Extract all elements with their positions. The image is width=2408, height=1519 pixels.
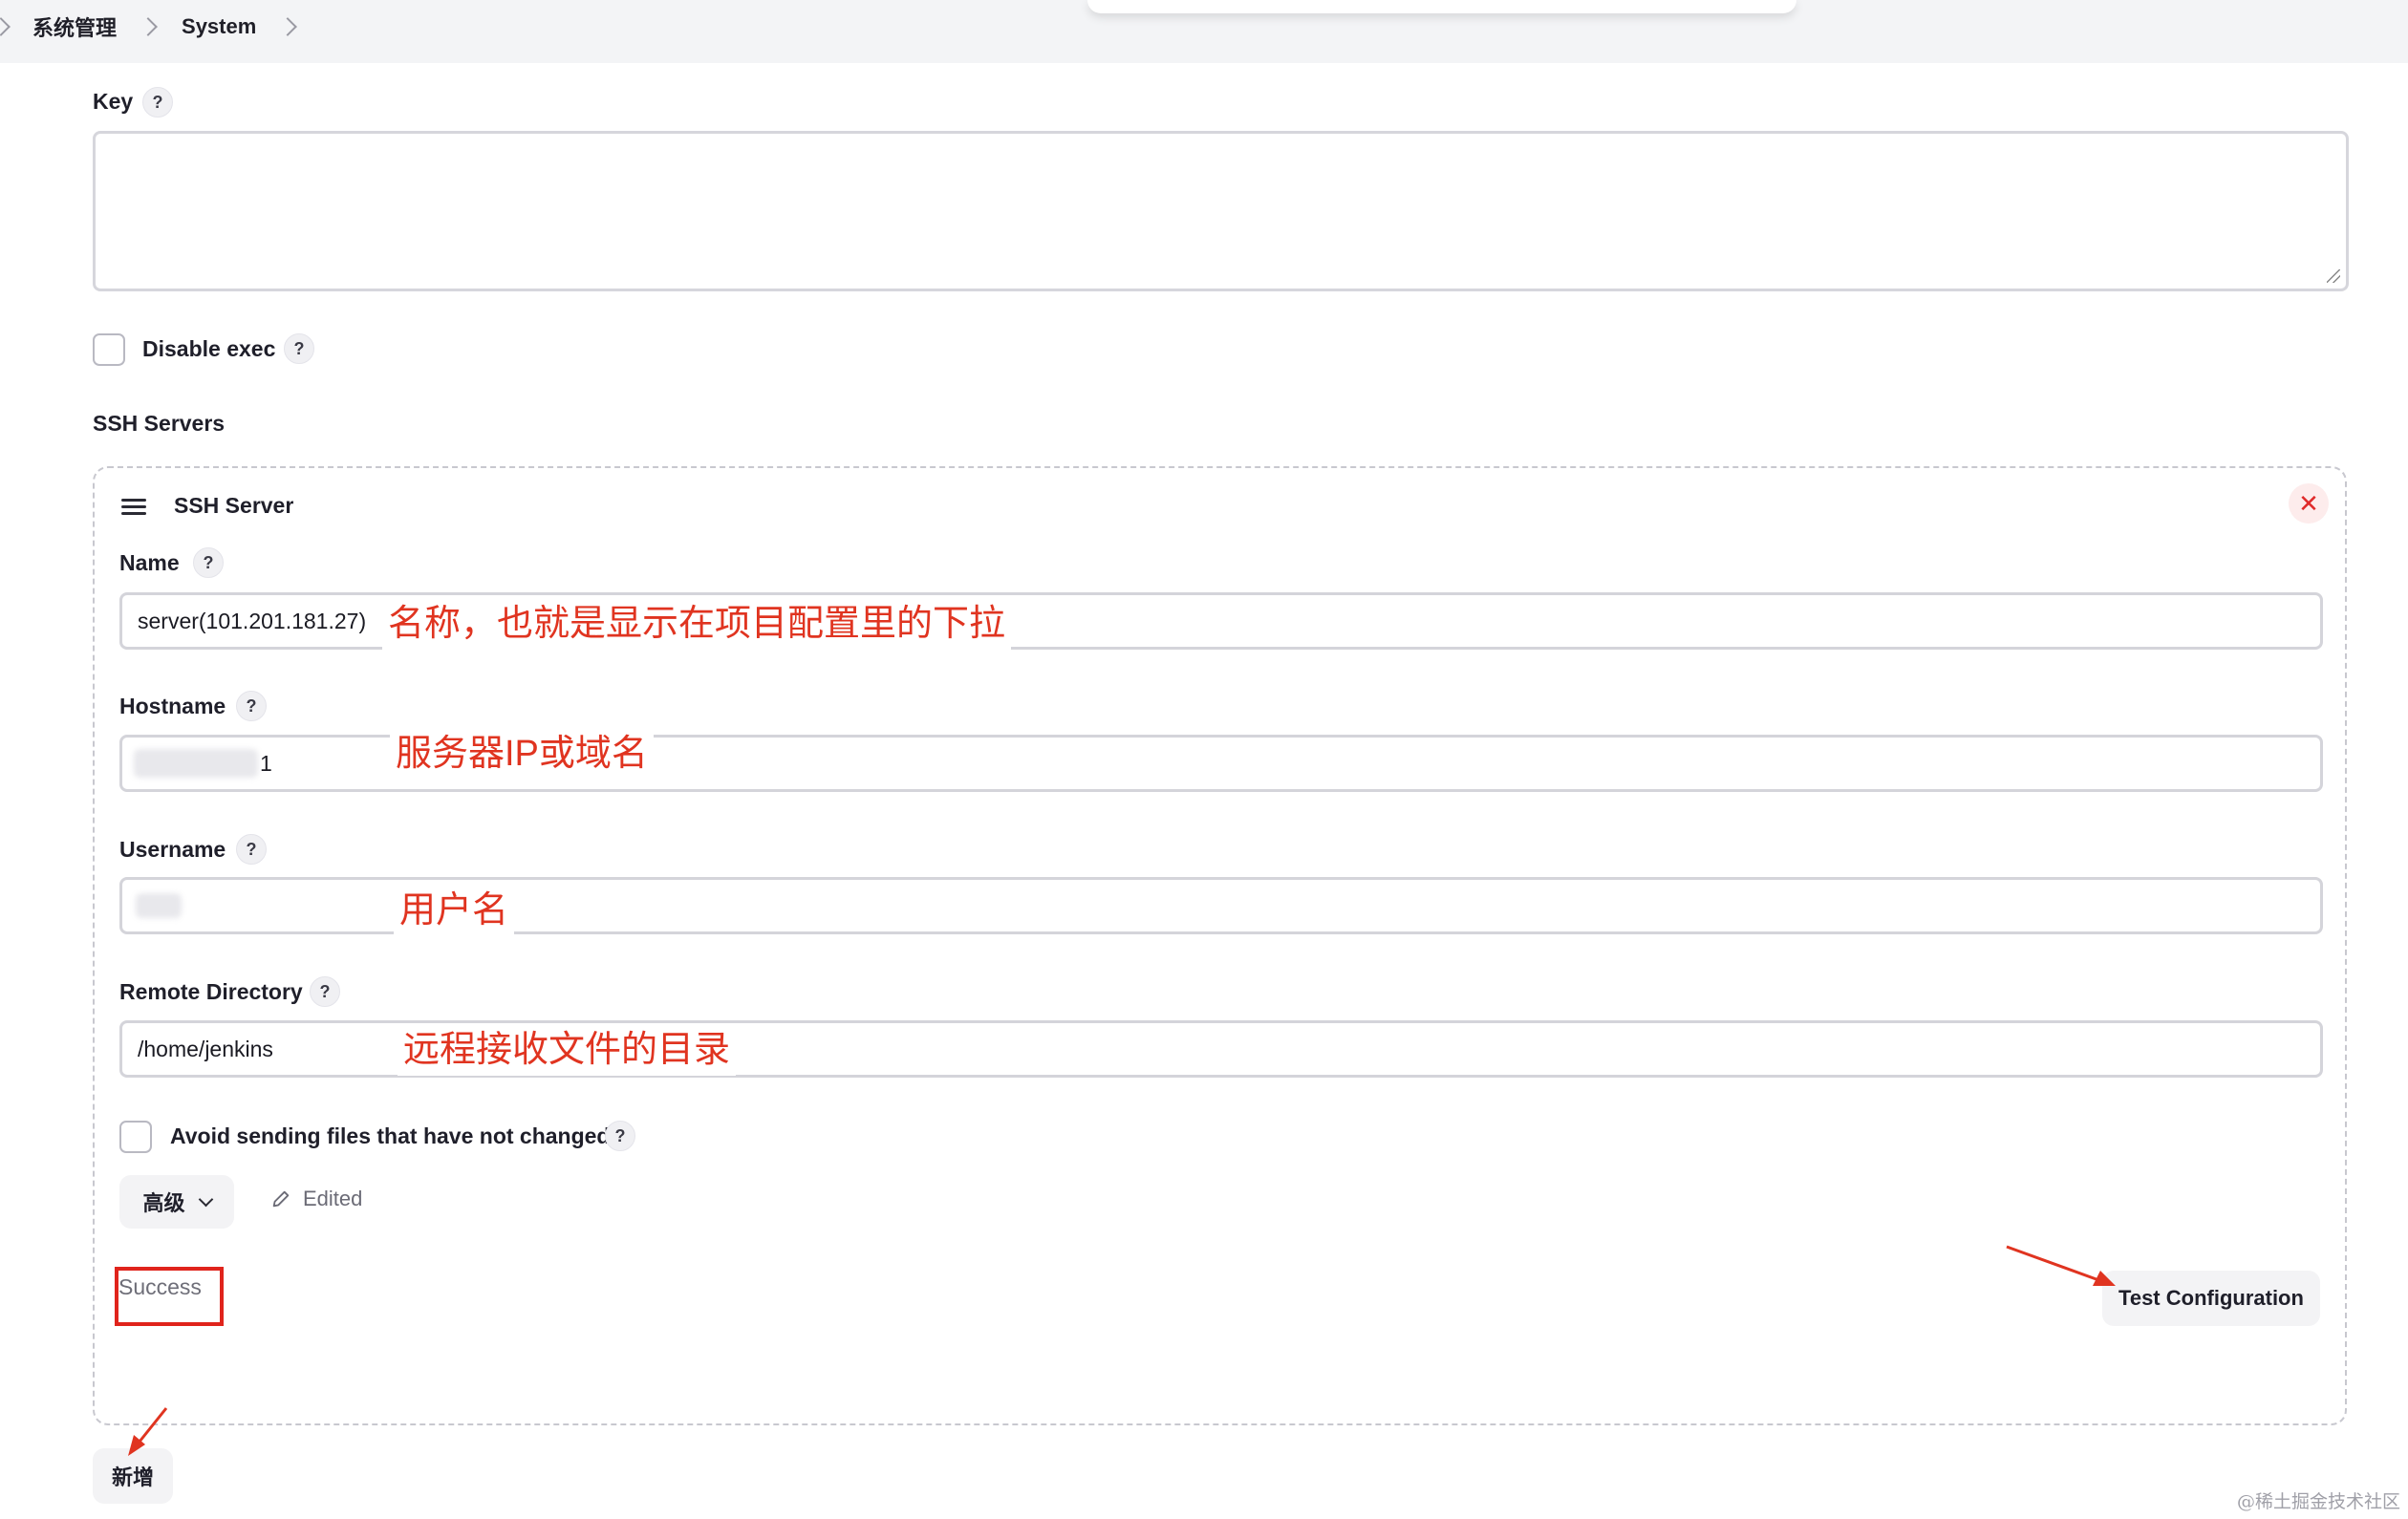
drag-handle-icon[interactable]: [121, 499, 146, 515]
chevron-right-icon: [0, 17, 11, 36]
help-icon[interactable]: ?: [236, 834, 267, 865]
redacted-hostname: [134, 749, 258, 778]
key-label: Key: [93, 89, 134, 114]
ssh-server-title: SSH Server: [174, 493, 294, 518]
redacted-username: [136, 893, 182, 918]
edited-label: Edited: [303, 1187, 363, 1210]
ssh-servers-label: SSH Servers: [93, 411, 226, 436]
advanced-label: 高级: [142, 1191, 185, 1215]
test-configuration-button[interactable]: Test Configuration: [2102, 1271, 2320, 1326]
avoid-sending-label: Avoid sending files that have not change…: [170, 1123, 611, 1148]
username-label: Username: [119, 837, 226, 862]
key-textarea[interactable]: [93, 131, 2349, 291]
annotation-username: 用户名: [394, 885, 515, 936]
help-icon[interactable]: ?: [605, 1121, 635, 1151]
pencil-icon: [272, 1190, 290, 1208]
breadcrumb-item-system-management[interactable]: 系统管理: [32, 11, 117, 42]
close-icon[interactable]: ✕: [2289, 483, 2329, 524]
advanced-button[interactable]: 高级: [119, 1175, 234, 1229]
annotation-hostname: 服务器IP或域名: [390, 728, 654, 780]
annotation-name: 名称，也就是显示在项目配置里的下拉: [382, 598, 1012, 650]
add-button[interactable]: 新增: [93, 1448, 173, 1504]
status-text: Success: [118, 1274, 202, 1299]
annotation-remote-directory: 远程接收文件的目录: [398, 1024, 737, 1076]
avoid-sending-checkbox[interactable]: [119, 1121, 152, 1153]
hostname-value-tail: 1: [260, 751, 272, 776]
remote-directory-label: Remote Directory: [119, 979, 303, 1004]
chevron-right-icon: [278, 17, 298, 36]
breadcrumb-item-system[interactable]: System: [182, 14, 256, 39]
edited-indicator: Edited: [270, 1187, 362, 1211]
hostname-label: Hostname: [119, 694, 226, 718]
disable-exec-checkbox[interactable]: [93, 333, 125, 366]
breadcrumb: 系统管理 System: [0, 0, 298, 53]
remote-directory-value: /home/jenkins: [138, 1037, 273, 1061]
help-icon[interactable]: ?: [284, 333, 314, 364]
name-value: server(101.201.181.27): [138, 609, 367, 633]
help-icon[interactable]: ?: [193, 547, 224, 578]
chevron-right-icon: [139, 17, 158, 36]
chevron-down-icon: [198, 1191, 213, 1207]
help-icon[interactable]: ?: [142, 87, 173, 118]
resize-handle-icon[interactable]: [2327, 269, 2340, 283]
help-icon[interactable]: ?: [236, 691, 267, 721]
disable-exec-label: Disable exec: [142, 336, 276, 361]
watermark: @稀土掘金技术社区: [2236, 1491, 2400, 1512]
help-icon[interactable]: ?: [310, 976, 340, 1007]
name-label: Name: [119, 550, 180, 575]
dropdown-panel-edge: [1087, 0, 1796, 13]
